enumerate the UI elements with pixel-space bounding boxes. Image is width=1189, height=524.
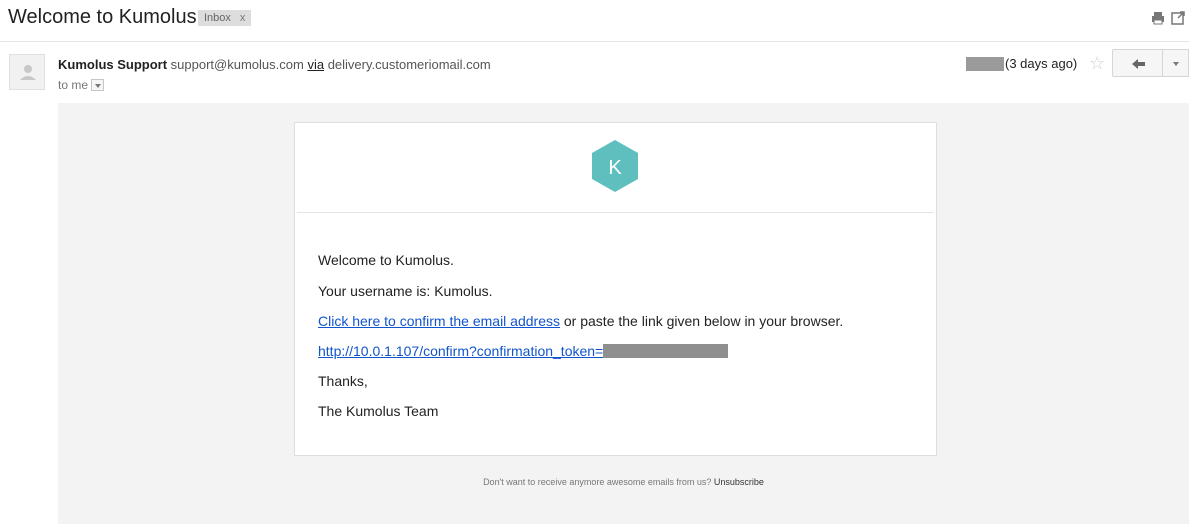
signature-text: The Kumolus Team bbox=[318, 403, 439, 419]
email-body: K Welcome to Kumolus. Your username is: … bbox=[58, 103, 1189, 524]
avatar-icon bbox=[20, 65, 36, 80]
confirm-email-link[interactable]: Click here to confirm the email address bbox=[318, 313, 560, 329]
inbox-label-chip[interactable]: Inbox x bbox=[198, 10, 252, 26]
subject-bar: Welcome to Kumolus Inbox x bbox=[0, 0, 1189, 40]
header-divider bbox=[0, 41, 1189, 42]
email-card: K Welcome to Kumolus. Your username is: … bbox=[294, 122, 937, 456]
kumolus-logo-icon: K bbox=[592, 140, 638, 192]
sender-line: Kumolus Support support@kumolus.com via … bbox=[58, 57, 491, 72]
confirm-url-link[interactable]: http://10.0.1.107/confirm?confirmation_t… bbox=[318, 343, 603, 359]
more-options-button[interactable] bbox=[1163, 49, 1189, 77]
email-footer: Don't want to receive anymore awesome em… bbox=[58, 477, 1189, 487]
greeting-text: Welcome to Kumolus. bbox=[318, 252, 454, 268]
new-window-icon[interactable] bbox=[1170, 10, 1186, 26]
username-text: Your username is: Kumolus. bbox=[318, 283, 493, 299]
reply-button[interactable] bbox=[1112, 49, 1163, 77]
print-icon[interactable] bbox=[1150, 10, 1166, 26]
remove-label-button[interactable]: x bbox=[240, 12, 246, 24]
inbox-label-text: Inbox bbox=[204, 12, 231, 24]
recipient-text: to me bbox=[58, 78, 89, 92]
redacted-date bbox=[966, 57, 1004, 71]
chevron-down-icon bbox=[1173, 62, 1179, 66]
via-link[interactable]: via bbox=[307, 57, 324, 72]
footer-text: Don't want to receive anymore awesome em… bbox=[483, 477, 714, 487]
sender-email: support@kumolus.com bbox=[170, 57, 304, 72]
confirm-line: Click here to confirm the email address … bbox=[318, 313, 843, 329]
unsubscribe-link[interactable]: Unsubscribe bbox=[714, 477, 764, 487]
sender-name[interactable]: Kumolus Support bbox=[58, 57, 167, 72]
reply-icon bbox=[1132, 59, 1145, 69]
show-details-chevron-icon[interactable] bbox=[91, 79, 105, 91]
via-domain: delivery.customeriomail.com bbox=[327, 57, 491, 72]
logo-letter: K bbox=[608, 157, 622, 179]
redacted-token bbox=[603, 344, 729, 358]
email-subject: Welcome to Kumolus bbox=[8, 6, 197, 28]
confirm-suffix-text: or paste the link given below in your br… bbox=[560, 313, 844, 329]
avatar bbox=[9, 54, 45, 90]
star-icon[interactable]: ☆ bbox=[1089, 53, 1105, 74]
thanks-text: Thanks, bbox=[318, 373, 368, 389]
message-date: (3 days ago) bbox=[1005, 56, 1078, 71]
card-divider bbox=[297, 212, 934, 213]
recipient-line: to me bbox=[58, 78, 105, 92]
confirm-url-line: http://10.0.1.107/confirm?confirmation_t… bbox=[318, 343, 729, 359]
